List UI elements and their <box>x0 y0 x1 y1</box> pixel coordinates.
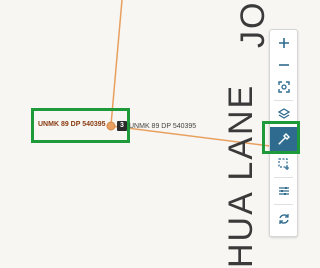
refresh-button[interactable] <box>270 208 297 230</box>
point-label: UNMK 89 DP 540395 <box>129 123 197 130</box>
zoom-in-button[interactable] <box>270 32 297 54</box>
street-label-top: JO <box>234 0 272 48</box>
callout-label[interactable]: UNMK 89 DP 540395 <box>38 121 106 128</box>
tool-highlight-box <box>262 121 300 154</box>
layers-icon <box>277 108 290 119</box>
street-label-hua-lane: HUA LANE <box>222 83 260 268</box>
toolbar-divider <box>274 177 293 178</box>
select-area-button[interactable] <box>270 153 297 175</box>
settings-button[interactable] <box>270 180 297 202</box>
focus-button[interactable] <box>270 76 297 98</box>
toolbar-divider <box>274 204 293 205</box>
focus-frame-icon <box>277 81 290 93</box>
toolbar-divider <box>274 100 293 101</box>
zoom-out-button[interactable] <box>270 54 297 76</box>
plus-icon <box>278 38 289 48</box>
refresh-icon <box>278 214 289 224</box>
select-area-icon <box>277 158 289 170</box>
minus-icon <box>278 64 289 66</box>
sliders-icon <box>278 187 289 195</box>
road-line-vertical <box>110 0 123 126</box>
cluster-count-badge[interactable]: 3 <box>117 121 127 131</box>
